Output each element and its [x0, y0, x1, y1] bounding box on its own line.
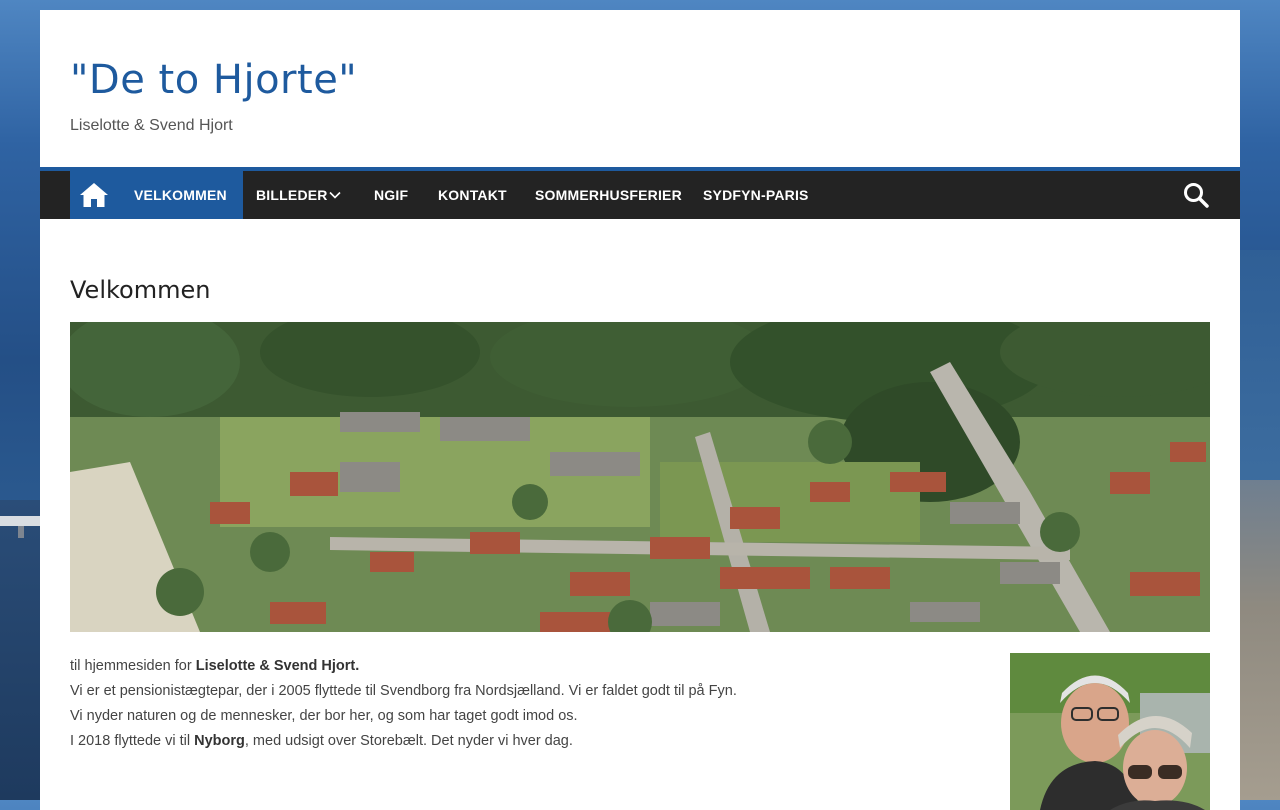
intro-text-suffix: , med udsigt over Storebælt. Det nyder v…: [244, 733, 573, 749]
nav-item-sydfyn-paris[interactable]: SYDFYN-PARIS: [703, 171, 809, 219]
intro-text-prefix: I 2018 flyttede vi til: [70, 733, 195, 749]
nav-item-label: BILLEDER: [256, 187, 328, 203]
home-icon: [80, 183, 108, 207]
home-button[interactable]: [70, 171, 118, 219]
intro-names: Liselotte & Svend Hjort.: [195, 658, 360, 674]
background-sea: [1240, 250, 1280, 490]
background-bridge: [0, 516, 40, 526]
page-container: "De to Hjorte" Liselotte & Svend Hjort V…: [40, 10, 1240, 810]
nav-item-label: VELKOMMEN: [134, 187, 227, 203]
background-coast: [0, 500, 40, 800]
nav-item-label: SYDFYN-PARIS: [703, 187, 809, 203]
nav-item-sommerhusferier[interactable]: SOMMERHUSFERIER: [535, 171, 682, 219]
intro-line-4: I 2018 flyttede vi til Nyborg, med udsig…: [70, 729, 970, 754]
nav-item-label: NGIF: [374, 187, 409, 203]
nav-item-label: KONTAKT: [438, 187, 507, 203]
intro-town: Nyborg: [194, 733, 245, 749]
intro-line-2: Vi er et pensionistægtepar, der i 2005 f…: [70, 683, 737, 699]
page-title: Velkommen: [70, 276, 211, 304]
background-shore: [1240, 480, 1280, 800]
intro-text-prefix: til hjemmesiden for: [70, 658, 196, 674]
couple-portrait-image: [1010, 653, 1210, 810]
search-icon[interactable]: [1182, 181, 1210, 209]
nav-item-label: SOMMERHUSFERIER: [535, 187, 682, 203]
chevron-down-icon[interactable]: [328, 188, 342, 202]
couple-photo: [1010, 653, 1210, 810]
intro-text: til hjemmesiden for Liselotte & Svend Hj…: [70, 654, 970, 754]
nav-item-billeder[interactable]: BILLEDER: [256, 171, 328, 219]
nav-item-velkommen[interactable]: VELKOMMEN: [118, 171, 243, 219]
intro-line-3: Vi nyder naturen og de mennesker, der bo…: [70, 708, 578, 724]
nav-item-ngif[interactable]: NGIF: [374, 171, 408, 219]
hero-image: [70, 322, 1210, 632]
site-description: Liselotte & Svend Hjort: [70, 117, 233, 134]
intro-line-1: til hjemmesiden for Liselotte & Svend Hj…: [70, 654, 970, 679]
site-header: "De to Hjorte" Liselotte & Svend Hjort: [70, 55, 357, 135]
aerial-town-image: [70, 322, 1210, 632]
main-navigation: VELKOMMEN BILLEDER NGIF KONTAKT SOMMERHU…: [40, 167, 1240, 219]
nav-item-kontakt[interactable]: KONTAKT: [438, 171, 507, 219]
site-title[interactable]: "De to Hjorte": [70, 55, 357, 105]
background-bridge-pillar: [18, 526, 24, 538]
